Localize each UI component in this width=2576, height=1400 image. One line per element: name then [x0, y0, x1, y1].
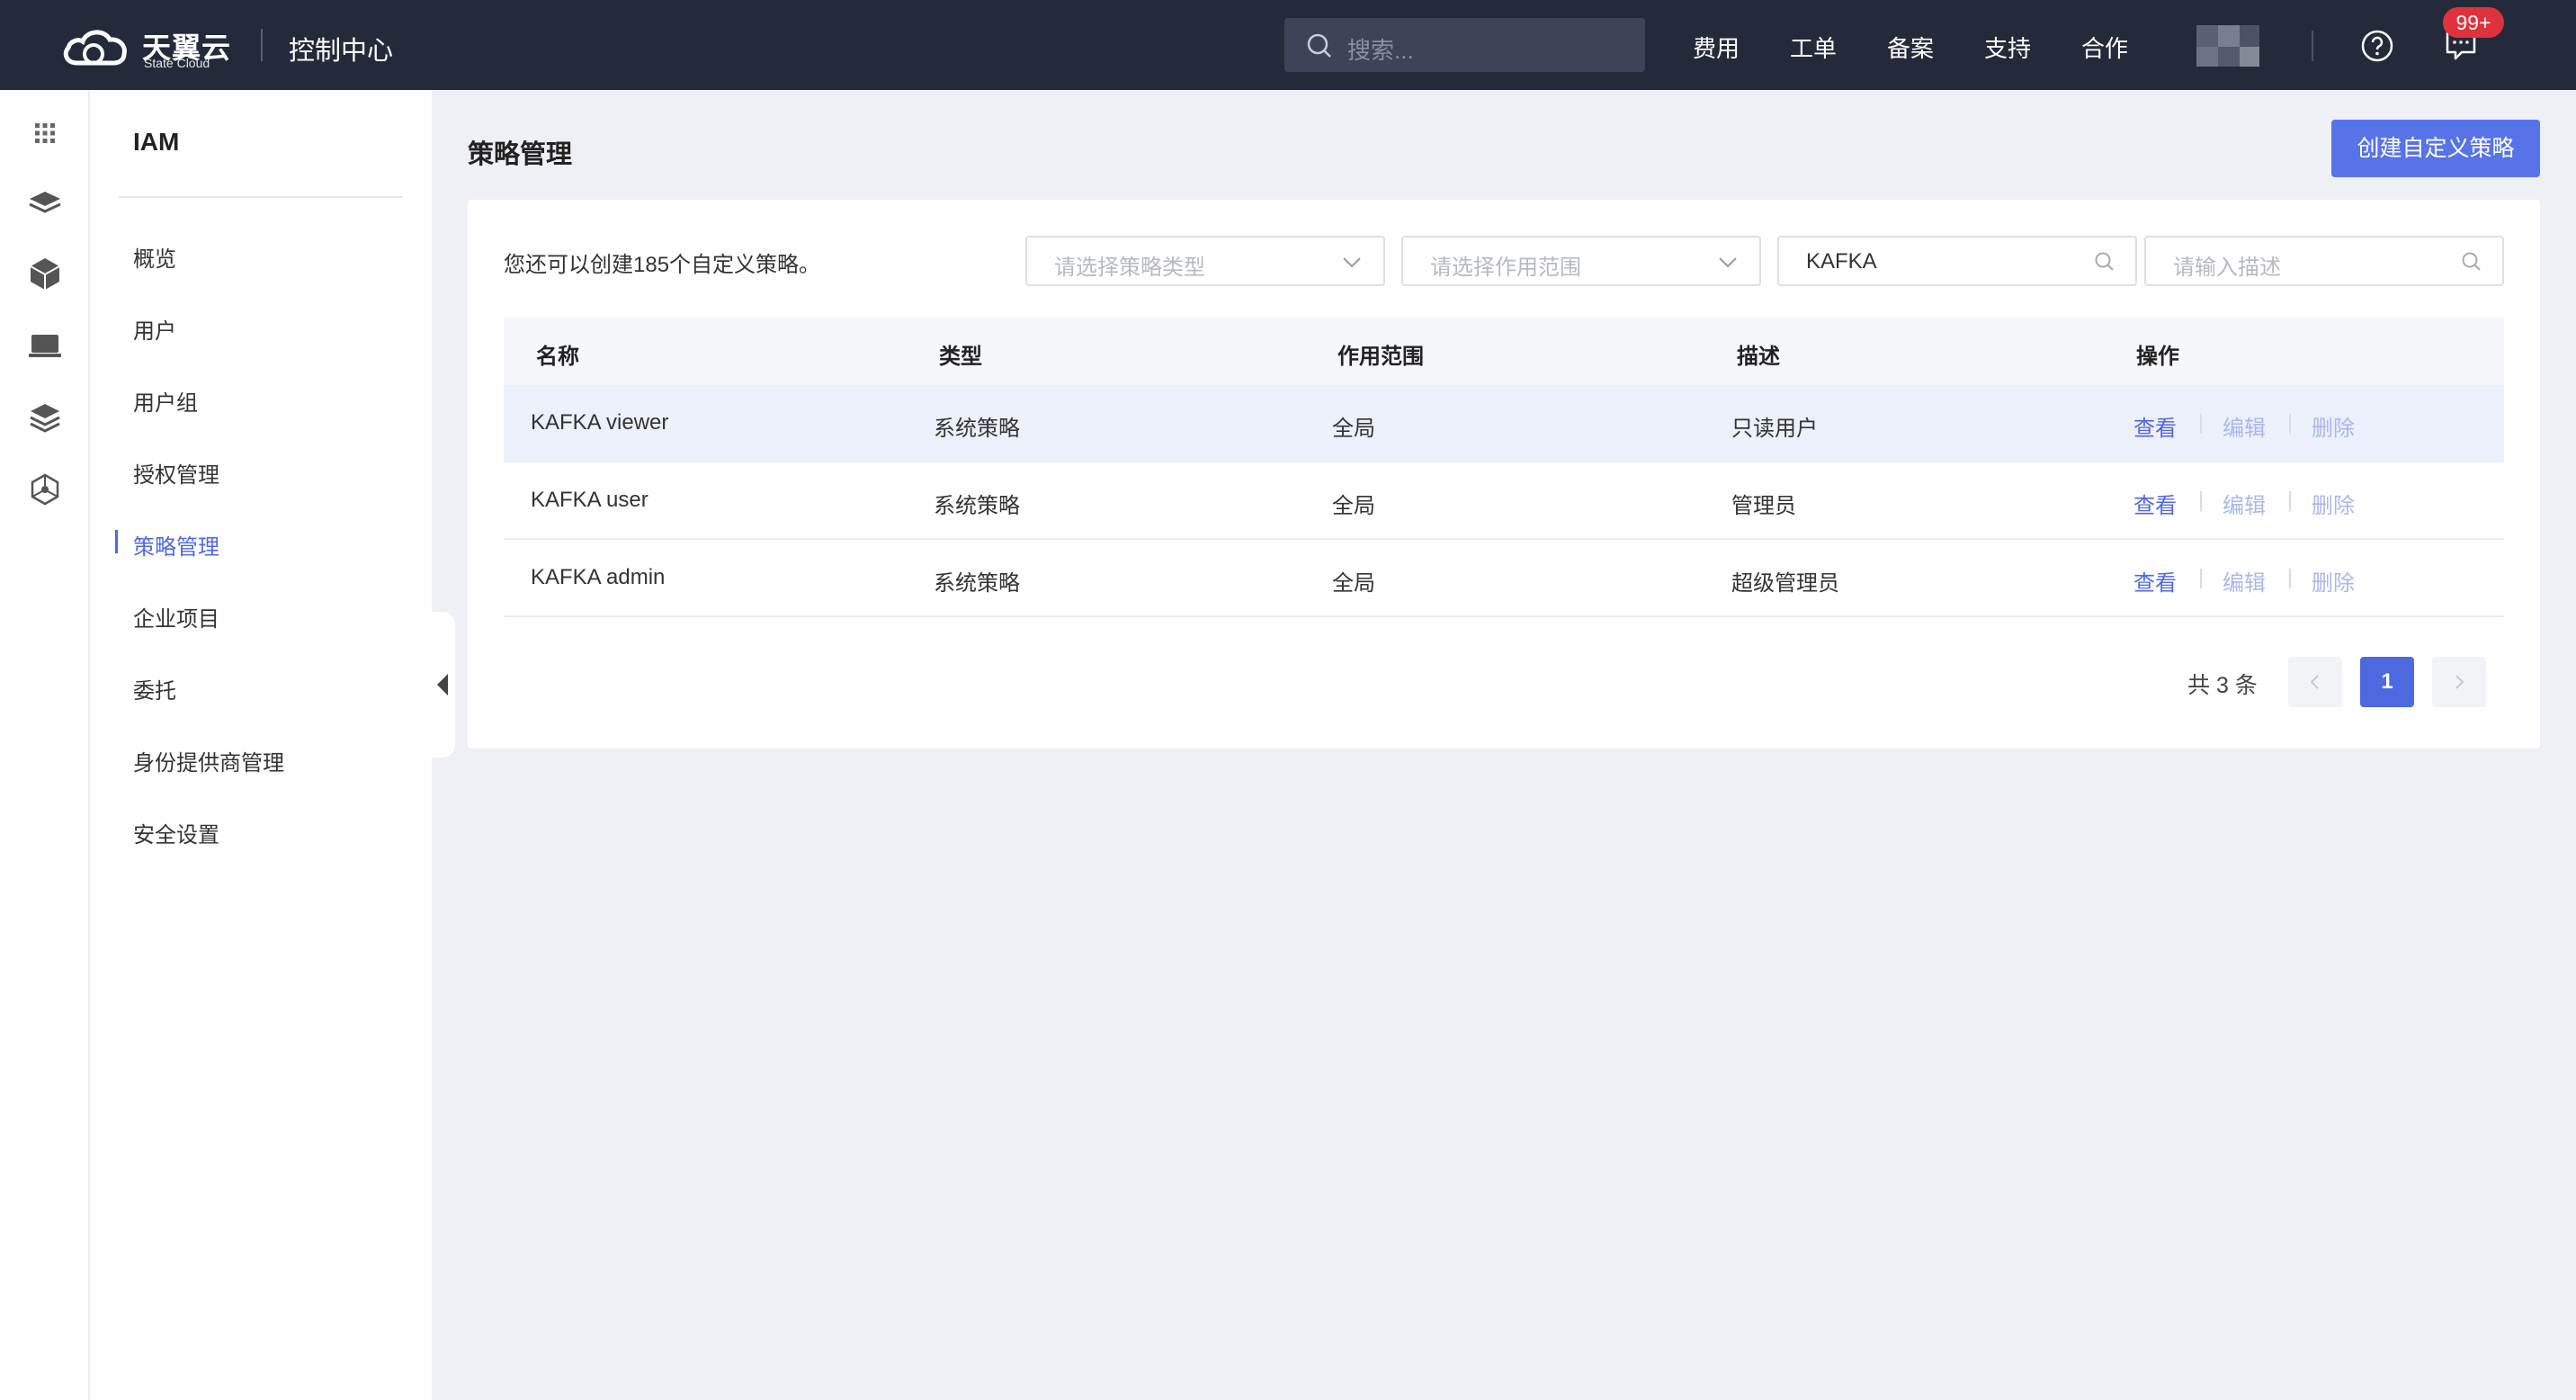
divider: [2289, 569, 2291, 588]
apps-grid-icon[interactable]: [27, 115, 63, 151]
search-icon: [1307, 33, 1331, 58]
table-row[interactable]: KAFKA user 系统策略 全局 管理员 查看 编辑 删除: [504, 462, 2504, 540]
active-indicator: [115, 530, 118, 553]
policy-type-placeholder: 请选择策略类型: [1054, 256, 1205, 280]
policy-name-search-input[interactable]: KAFKA: [1777, 236, 2137, 286]
view-link[interactable]: 查看: [2133, 488, 2177, 519]
description-search-input[interactable]: 请输入描述: [2144, 236, 2504, 286]
chevron-down-icon: [1343, 257, 1361, 268]
divider: [2200, 414, 2202, 434]
divider: [2289, 414, 2291, 434]
scope-select[interactable]: 请选择作用范围: [1401, 236, 1761, 286]
policy-description-cell: 超级管理员: [1731, 571, 1839, 596]
quota-text: 您还可以创建185个自定义策略。: [504, 253, 821, 277]
nav-partner[interactable]: 合作: [2081, 31, 2128, 64]
edit-link[interactable]: 编辑: [2223, 488, 2266, 519]
description-placeholder: 请输入描述: [2173, 256, 2281, 280]
global-search-input[interactable]: 搜索...: [1284, 18, 1645, 72]
stack-icon[interactable]: [27, 399, 63, 435]
search-icon[interactable]: [2461, 251, 2482, 273]
chevron-right-icon: [2455, 675, 2464, 689]
delete-link[interactable]: 删除: [2312, 565, 2355, 597]
avatar[interactable]: [2196, 25, 2259, 67]
scope-placeholder: 请选择作用范围: [1430, 256, 1581, 280]
divider: [2200, 569, 2202, 588]
notification-badge: 99+: [2443, 7, 2504, 38]
divider: [119, 196, 403, 198]
sidebar-item-users[interactable]: 用户: [133, 313, 176, 345]
sidebar-item-policies[interactable]: 策略管理: [133, 529, 219, 561]
product-rail: [0, 90, 90, 1400]
column-header-actions: 操作: [2136, 345, 2179, 369]
edit-link[interactable]: 编辑: [2223, 410, 2266, 442]
policy-description-cell: 只读用户: [1731, 417, 1818, 441]
sidebar-collapse-button[interactable]: [430, 612, 455, 758]
sidebar-item-authorization[interactable]: 授权管理: [133, 457, 219, 489]
divider: [2200, 491, 2202, 511]
iam-sidebar: IAM 概览 用户 用户组 授权管理 策略管理 企业项目 委托 身份提供商管理 …: [90, 90, 432, 1400]
chevron-down-icon: [1719, 257, 1737, 268]
collapse-arrow-icon: [437, 674, 448, 696]
sidebar-item-identity-providers[interactable]: 身份提供商管理: [133, 745, 284, 776]
policy-type-cell: 系统策略: [934, 417, 1020, 441]
pagination-total: 共 3 条: [2187, 673, 2258, 698]
delete-link[interactable]: 删除: [2312, 410, 2355, 442]
nav-tickets[interactable]: 工单: [1790, 31, 1837, 64]
policy-description-cell: 管理员: [1731, 494, 1796, 518]
search-placeholder: 搜索...: [1347, 37, 1414, 64]
divider: [2289, 491, 2291, 511]
column-header-description: 描述: [1737, 345, 1780, 369]
delete-link[interactable]: 删除: [2312, 488, 2355, 519]
monitor-icon[interactable]: [27, 328, 63, 363]
prev-page-button[interactable]: [2288, 657, 2342, 707]
policy-name-cell: KAFKA user: [531, 488, 648, 512]
table-header: 名称 类型 作用范围 描述 操作: [504, 317, 2504, 385]
layers-icon[interactable]: [27, 184, 63, 220]
policy-scope-cell: 全局: [1332, 571, 1375, 596]
sidebar-title: IAM: [133, 128, 180, 156]
table-row[interactable]: KAFKA viewer 系统策略 全局 只读用户 查看 编辑 删除: [504, 385, 2504, 462]
sidebar-item-user-groups[interactable]: 用户组: [133, 385, 198, 417]
console-title[interactable]: 控制中心: [289, 30, 393, 67]
create-custom-policy-button[interactable]: 创建自定义策略: [2331, 120, 2540, 177]
policy-name-value: KAFKA: [1806, 249, 1877, 274]
help-icon[interactable]: [2360, 29, 2394, 63]
top-navigation-bar: 天翼云 State Cloud 控制中心 搜索... 费用 工单 备案 支持 合…: [0, 0, 2576, 90]
column-header-scope: 作用范围: [1337, 345, 1424, 369]
search-icon[interactable]: [2094, 251, 2115, 273]
view-link[interactable]: 查看: [2133, 565, 2177, 597]
policy-scope-cell: 全局: [1332, 417, 1375, 441]
divider: [261, 29, 263, 61]
policy-name-cell: KAFKA viewer: [531, 410, 669, 435]
policy-name-cell: KAFKA admin: [531, 565, 666, 589]
sidebar-item-overview[interactable]: 概览: [133, 241, 176, 273]
sidebar-item-delegation[interactable]: 委托: [133, 673, 176, 704]
cube-icon[interactable]: [27, 256, 63, 292]
nav-filing[interactable]: 备案: [1887, 31, 1934, 64]
policy-type-cell: 系统策略: [934, 494, 1020, 518]
network-icon[interactable]: [27, 471, 63, 507]
logo-subtitle: State Cloud: [144, 56, 210, 70]
nav-support[interactable]: 支持: [1984, 31, 2031, 64]
divider: [2312, 31, 2313, 61]
policy-scope-cell: 全局: [1332, 494, 1375, 518]
sidebar-item-enterprise-projects[interactable]: 企业项目: [133, 601, 219, 633]
cloud-logo-icon: [63, 30, 127, 66]
table-row[interactable]: KAFKA admin 系统策略 全局 超级管理员 查看 编辑 删除: [504, 540, 2504, 617]
nav-fees[interactable]: 费用: [1693, 31, 1740, 64]
policy-type-select[interactable]: 请选择策略类型: [1025, 236, 1385, 286]
page-number-button[interactable]: 1: [2360, 657, 2414, 707]
policy-card: 您还可以创建185个自定义策略。 请选择策略类型 请选择作用范围 KAFKA 请…: [468, 200, 2540, 749]
next-page-button[interactable]: [2432, 657, 2486, 707]
chevron-left-icon: [2310, 675, 2319, 689]
view-link[interactable]: 查看: [2133, 410, 2177, 442]
policy-type-cell: 系统策略: [934, 571, 1020, 596]
column-header-type: 类型: [939, 345, 982, 369]
edit-link[interactable]: 编辑: [2223, 565, 2266, 597]
tianyi-cloud-logo[interactable]: 天翼云 State Cloud: [61, 20, 232, 70]
column-header-name: 名称: [536, 345, 579, 369]
sidebar-item-security-settings[interactable]: 安全设置: [133, 817, 219, 848]
page-title: 策略管理: [468, 140, 573, 169]
